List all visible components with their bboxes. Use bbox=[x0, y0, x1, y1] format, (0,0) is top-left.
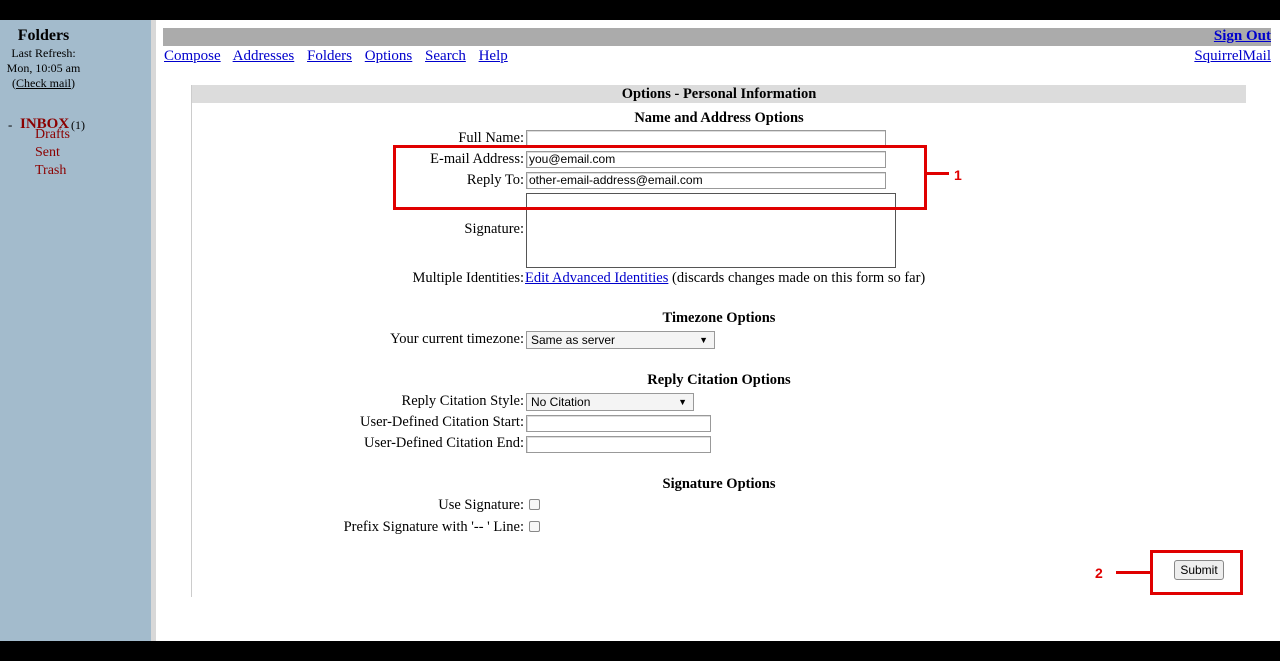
main-nav: Compose Addresses Folders Options Search… bbox=[164, 48, 517, 65]
callout-line-2 bbox=[1116, 571, 1150, 574]
folders-title: Folders bbox=[17, 27, 70, 44]
chevron-down-icon: ▼ bbox=[699, 335, 708, 345]
folder-drafts[interactable]: Drafts bbox=[35, 127, 70, 143]
top-black-bar bbox=[0, 0, 1280, 20]
citation-style-select[interactable]: No Citation ▼ bbox=[526, 393, 694, 411]
prefix-signature-checkbox[interactable] bbox=[529, 521, 540, 532]
timezone-value: Same as server bbox=[531, 333, 616, 347]
nav-folders[interactable]: Folders bbox=[307, 48, 352, 64]
panel-title: Options - Personal Information bbox=[192, 85, 1246, 103]
multiple-identities-label: Multiple Identities: bbox=[412, 270, 524, 286]
nav-addresses[interactable]: Addresses bbox=[233, 48, 295, 64]
callout-number-2: 2 bbox=[1095, 565, 1103, 581]
main-frame: Sign Out Compose Addresses Folders Optio… bbox=[156, 20, 1280, 641]
identities-row: Edit Advanced Identities (discards chang… bbox=[525, 270, 925, 287]
citation-style-label: Reply Citation Style: bbox=[401, 393, 524, 409]
folder-sent[interactable]: Sent bbox=[35, 145, 60, 161]
citation-start-input[interactable] bbox=[526, 415, 711, 432]
last-refresh-time: Mon, 10:05 am bbox=[6, 61, 81, 75]
use-signature-label: Use Signature: bbox=[438, 497, 524, 513]
timezone-label: Your current timezone: bbox=[390, 331, 524, 347]
check-mail-close-paren: ) bbox=[70, 76, 75, 90]
signature-label: Signature: bbox=[464, 221, 524, 237]
edit-identities-link[interactable]: Edit Advanced Identities bbox=[525, 270, 668, 286]
prefix-signature-label: Prefix Signature with '-- ' Line: bbox=[343, 519, 524, 535]
citation-style-value: No Citation bbox=[531, 395, 591, 409]
nav-search[interactable]: Search bbox=[425, 48, 466, 64]
nav-help[interactable]: Help bbox=[479, 48, 508, 64]
callout-box-2 bbox=[1150, 550, 1243, 595]
citation-heading: Reply Citation Options bbox=[647, 372, 791, 388]
check-mail-wrapper: (Check mail) bbox=[0, 76, 87, 91]
timezone-select[interactable]: Same as server ▼ bbox=[526, 331, 715, 349]
use-signature-checkbox[interactable] bbox=[529, 499, 540, 510]
callout-line-1 bbox=[927, 172, 949, 175]
identities-note: (discards changes made on this form so f… bbox=[671, 270, 926, 286]
inbox-unread-count: (1) bbox=[71, 118, 85, 132]
nav-options[interactable]: Options bbox=[365, 48, 413, 64]
chevron-down-icon: ▼ bbox=[678, 397, 687, 407]
squirrelmail-link[interactable]: SquirrelMail bbox=[1194, 48, 1271, 65]
sign-out-link[interactable]: Sign Out bbox=[1214, 28, 1271, 45]
citation-end-label: User-Defined Citation End: bbox=[364, 435, 524, 451]
citation-start-label: User-Defined Citation Start: bbox=[359, 414, 524, 430]
citation-end-input[interactable] bbox=[526, 436, 711, 453]
folder-trash[interactable]: Trash bbox=[35, 163, 66, 179]
bottom-black-bar bbox=[0, 641, 1280, 661]
callout-box-1 bbox=[393, 145, 927, 210]
check-mail-link[interactable]: Check mail bbox=[16, 76, 71, 90]
nav-compose[interactable]: Compose bbox=[164, 48, 221, 64]
signature-options-heading: Signature Options bbox=[662, 476, 776, 492]
callout-number-1: 1 bbox=[954, 167, 962, 183]
inbox-collapse-toggle[interactable]: - bbox=[8, 117, 12, 133]
folders-sidebar: Folders Last Refresh: Mon, 10:05 am (Che… bbox=[0, 20, 151, 641]
last-refresh-label: Last Refresh: bbox=[11, 46, 76, 60]
timezone-heading: Timezone Options bbox=[662, 310, 776, 326]
name-address-heading: Name and Address Options bbox=[634, 110, 804, 126]
title-bar bbox=[163, 28, 1271, 46]
